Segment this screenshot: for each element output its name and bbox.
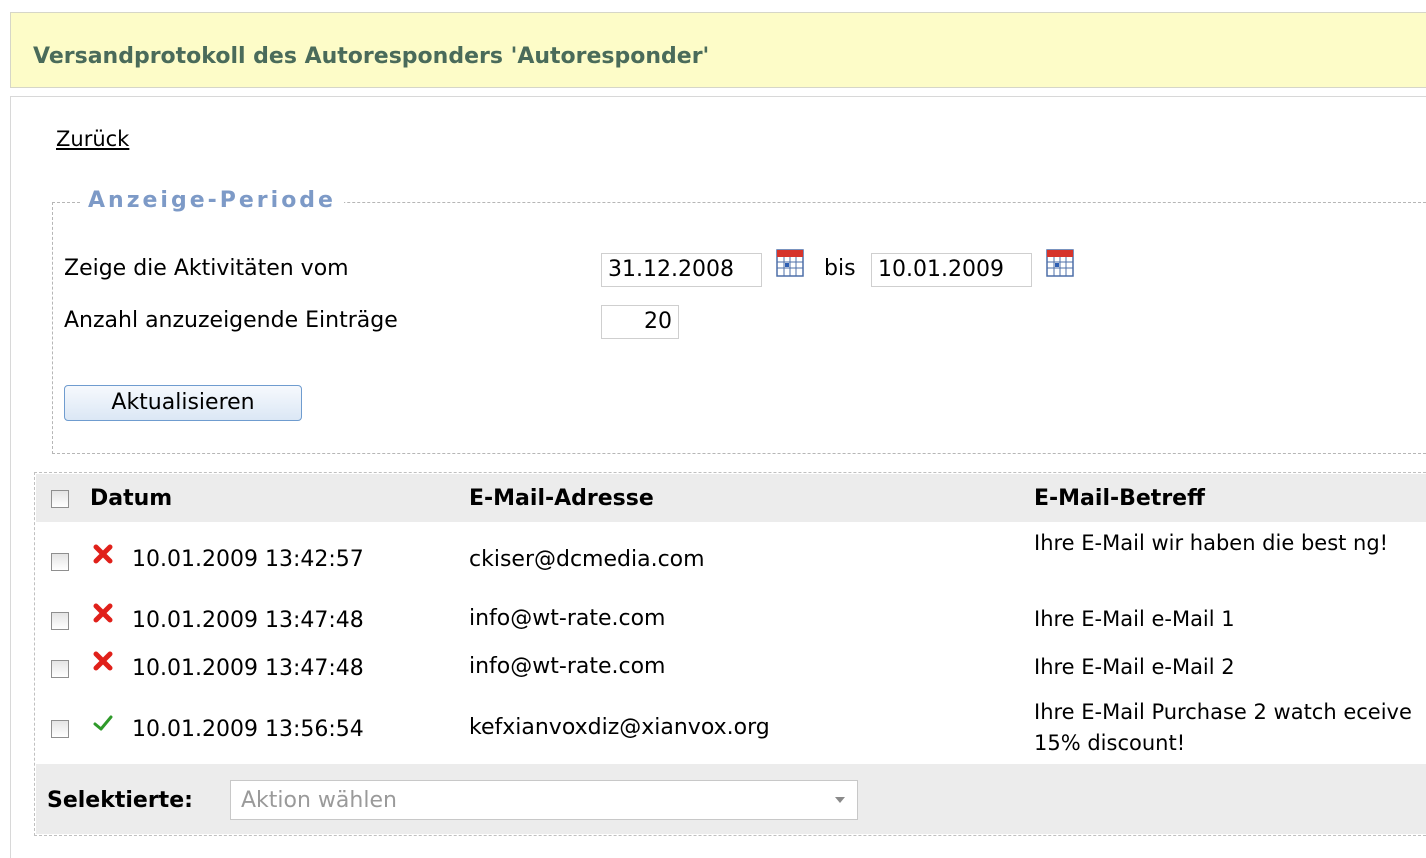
green-check-icon <box>92 712 114 734</box>
row-checkbox[interactable] <box>51 612 69 630</box>
row-date: 10.01.2009 13:47:48 <box>132 656 364 681</box>
calendar-icon[interactable] <box>776 248 804 278</box>
back-link[interactable]: Zurück <box>56 127 129 151</box>
entry-count-input[interactable]: 20 <box>601 305 679 339</box>
column-header-email[interactable]: E-Mail-Adresse <box>469 486 654 511</box>
row-email: ckiser@dcmedia.com <box>469 547 705 572</box>
row-subject: Ihre E-Mail wir haben die best ng! <box>1034 531 1389 555</box>
page-title: Versandprotokoll des Autoresponders 'Aut… <box>33 44 710 69</box>
table-header <box>36 474 1426 522</box>
period-legend: Anzeige-Periode <box>80 188 344 213</box>
from-date-label: Zeige die Aktivitäten vom <box>64 256 349 281</box>
row-email: kefxianvoxdiz@xianvox.org <box>469 715 770 740</box>
row-date: 10.01.2009 13:56:54 <box>132 717 364 742</box>
chevron-down-icon <box>835 797 845 803</box>
red-x-icon <box>92 650 114 672</box>
row-subject: Ihre E-Mail e-Mail 2 <box>1034 655 1235 679</box>
to-date-label: bis <box>824 256 856 281</box>
page-header: Versandprotokoll des Autoresponders 'Aut… <box>10 12 1426 88</box>
row-date: 10.01.2009 13:42:57 <box>132 547 364 572</box>
calendar-icon[interactable] <box>1046 248 1074 278</box>
row-checkbox[interactable] <box>51 553 69 571</box>
column-header-subject[interactable]: E-Mail-Betreff <box>1034 486 1205 511</box>
selected-label: Selektierte: <box>47 788 193 813</box>
bulk-action-placeholder: Aktion wählen <box>241 788 397 813</box>
update-button[interactable]: Aktualisieren <box>64 385 302 421</box>
row-email: info@wt-rate.com <box>469 606 666 631</box>
row-checkbox[interactable] <box>51 720 69 738</box>
red-x-icon <box>92 543 114 565</box>
column-header-date[interactable]: Datum <box>90 486 172 511</box>
row-email: info@wt-rate.com <box>469 654 666 679</box>
row-subject: Ihre E-Mail Purchase 2 watch eceive 15% … <box>1034 700 1412 755</box>
entry-count-label: Anzahl anzuzeigende Einträge <box>64 308 398 333</box>
row-date: 10.01.2009 13:47:48 <box>132 608 364 633</box>
select-all-checkbox[interactable] <box>51 490 69 508</box>
bulk-action-select[interactable]: Aktion wählen <box>230 780 858 820</box>
red-x-icon <box>92 602 114 624</box>
from-date-input[interactable]: 31.12.2008 <box>601 253 762 287</box>
to-date-input[interactable]: 10.01.2009 <box>871 253 1032 287</box>
row-subject: Ihre E-Mail e-Mail 1 <box>1034 607 1235 631</box>
row-checkbox[interactable] <box>51 660 69 678</box>
